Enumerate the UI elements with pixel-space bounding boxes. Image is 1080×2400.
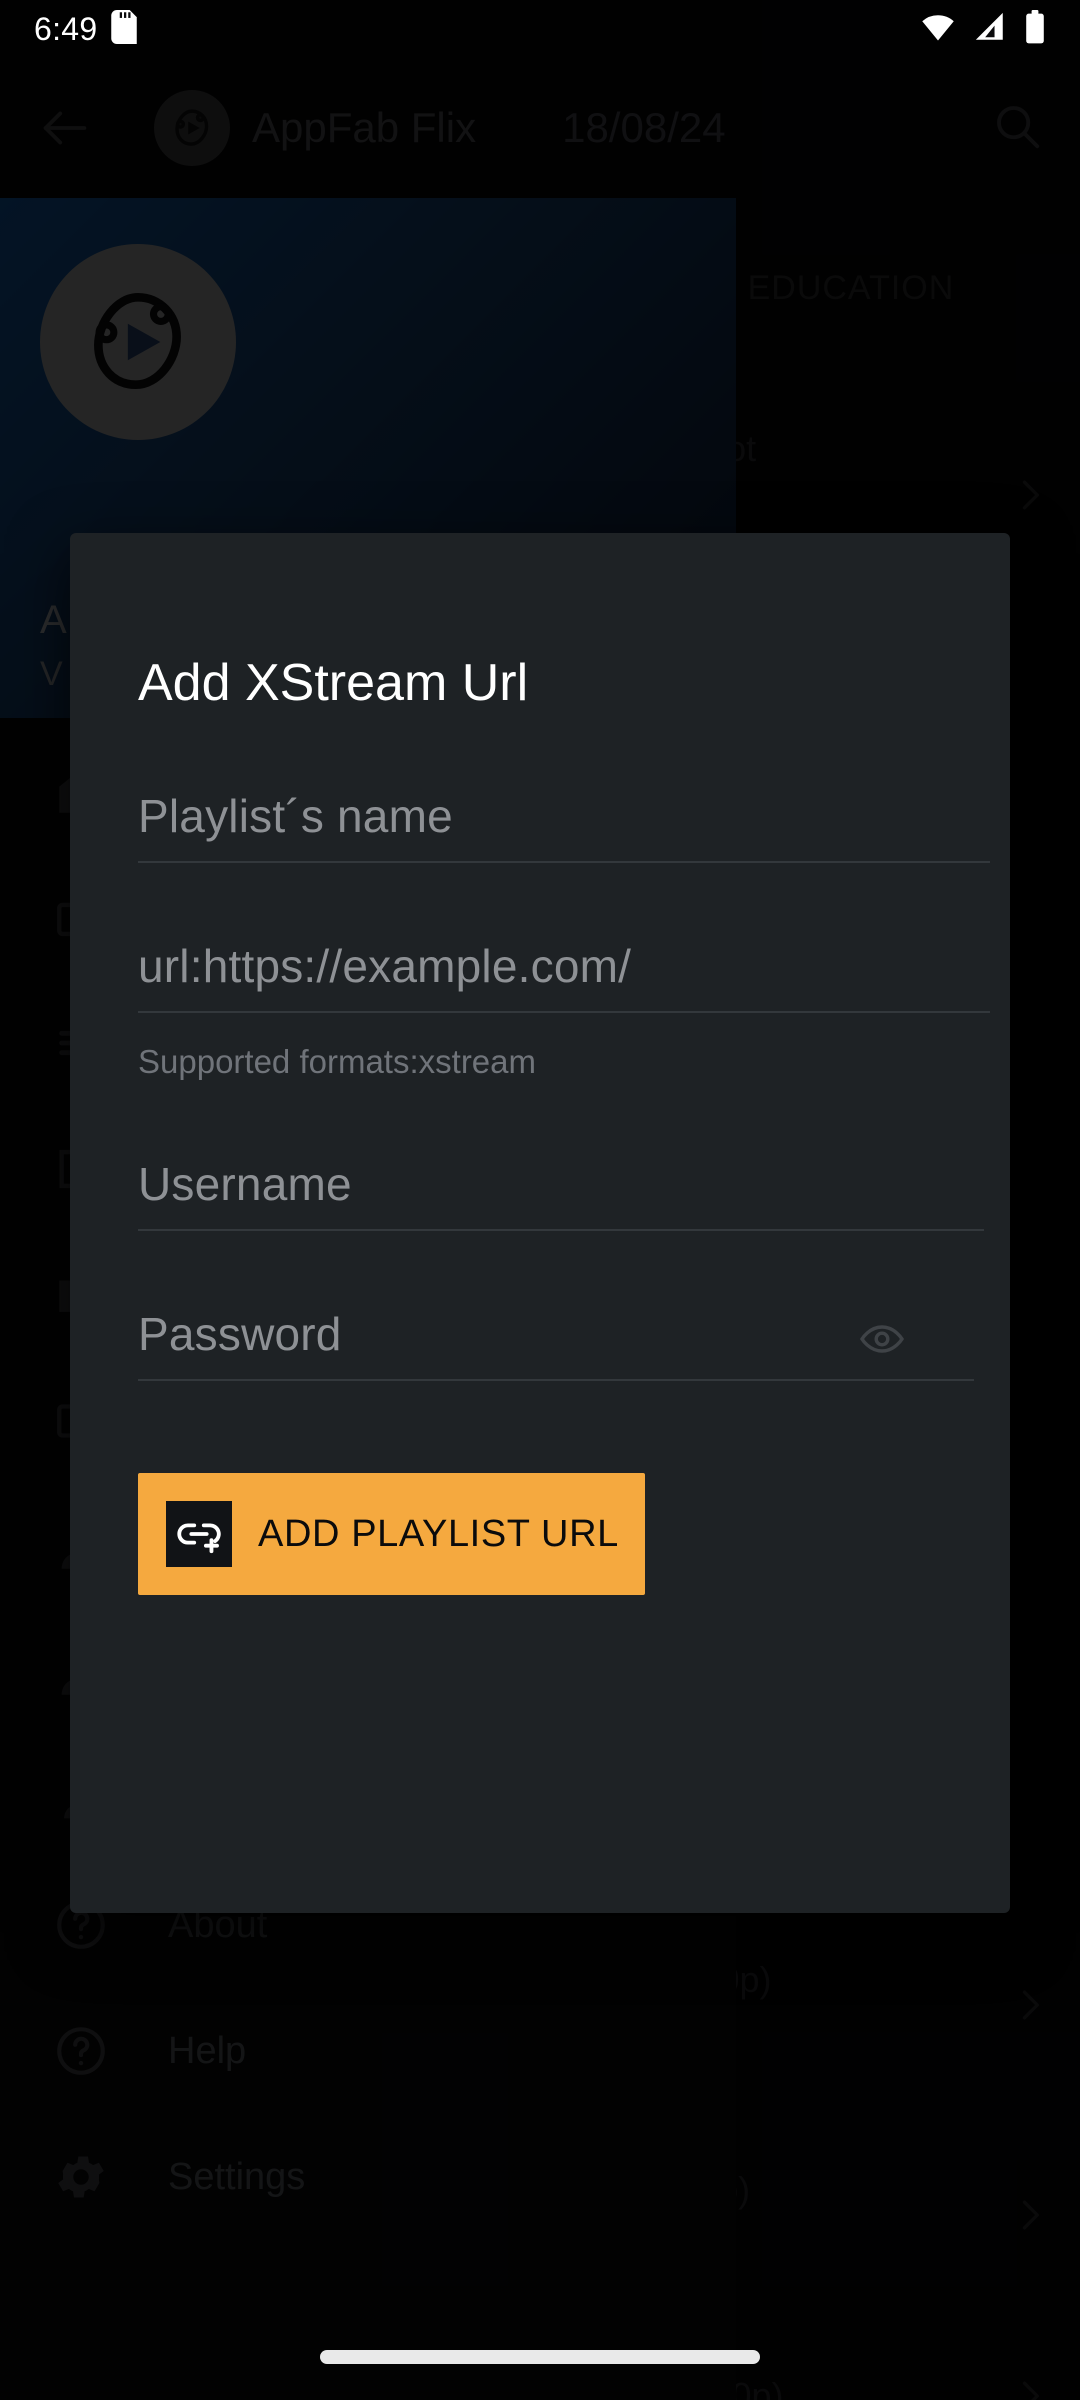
dialog-title: Add XStream Url	[138, 654, 529, 712]
status-bar-right	[920, 9, 1046, 50]
password-field[interactable]: Password	[138, 1307, 974, 1381]
add-playlist-url-button[interactable]: ADD PLAYLIST URL	[138, 1473, 645, 1595]
cellular-signal-icon	[973, 10, 1007, 49]
url-input[interactable]: url:https://example.com/	[138, 939, 990, 1013]
add-link-icon	[166, 1501, 232, 1567]
battery-icon	[1024, 9, 1046, 49]
wifi-icon	[920, 9, 956, 50]
status-bar: 6:49	[0, 0, 1080, 58]
username-input[interactable]: Username	[138, 1157, 984, 1231]
add-xstream-url-dialog: Add XStream Url Playlist´s name url:http…	[70, 533, 1010, 1913]
url-field[interactable]: url:https://example.com/	[138, 939, 990, 1013]
sd-card-icon	[111, 9, 138, 49]
password-input[interactable]: Password	[138, 1307, 974, 1381]
eye-icon[interactable]	[858, 1315, 906, 1368]
playlist-name-input[interactable]: Playlist´s name	[138, 789, 990, 863]
phone-screen: AppFab Flix 18/08/24 AL EDUCATION TV (72…	[0, 0, 1080, 2400]
status-clock: 6:49	[34, 10, 98, 47]
supported-formats-helper: Supported formats:xstream	[138, 1043, 536, 1080]
username-field[interactable]: Username	[138, 1157, 984, 1231]
gesture-navigation-bar[interactable]	[320, 2350, 760, 2364]
playlist-name-field[interactable]: Playlist´s name	[138, 789, 990, 863]
status-bar-left: 6:49	[34, 9, 138, 49]
add-playlist-url-label: ADD PLAYLIST URL	[258, 1512, 619, 1555]
